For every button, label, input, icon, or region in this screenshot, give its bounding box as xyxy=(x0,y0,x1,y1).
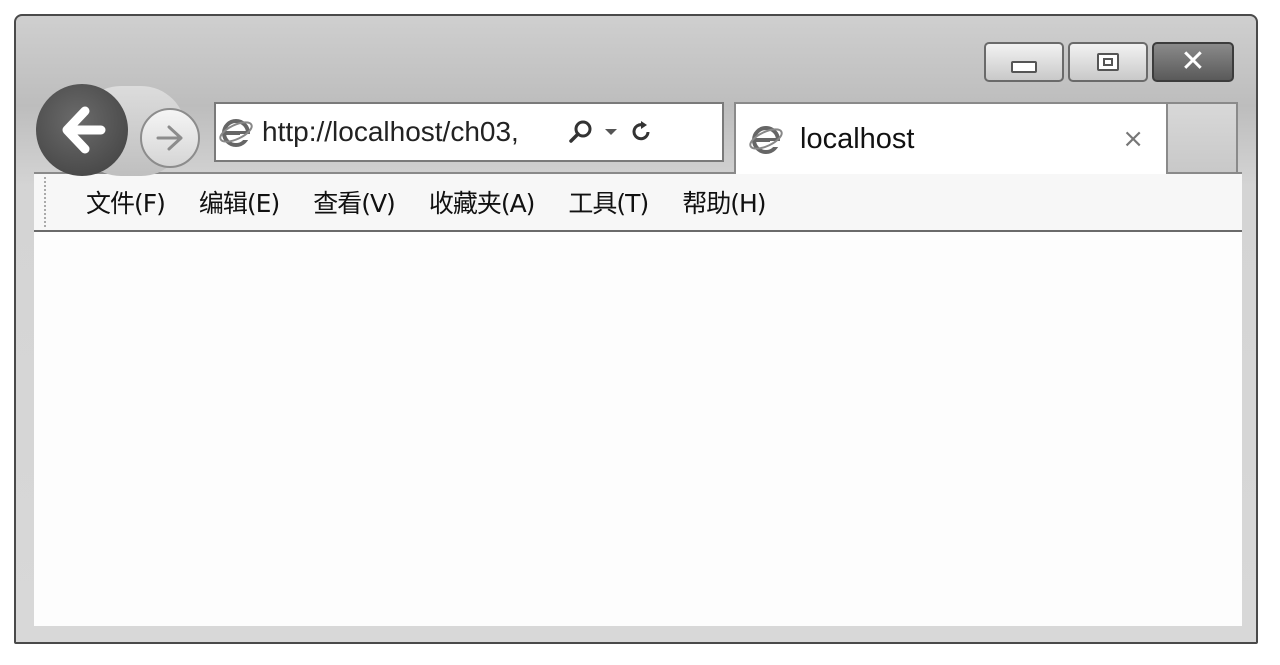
menu-help[interactable]: 帮助(H) xyxy=(682,184,766,220)
back-arrow-icon xyxy=(62,106,106,154)
tab-close-icon[interactable]: × xyxy=(1122,124,1144,154)
window-controls: ✕ xyxy=(984,42,1234,82)
new-tab-button[interactable] xyxy=(1168,102,1238,174)
menu-tools[interactable]: 工具(T) xyxy=(568,184,649,220)
menu-bar: 文件(F) 编辑(E) 查看(V) 收藏夹(A) 工具(T) 帮助(H) xyxy=(34,172,1242,232)
tab-title: localhost xyxy=(800,122,915,155)
minimize-button[interactable] xyxy=(984,42,1064,82)
menu-view[interactable]: 查看(V) xyxy=(313,184,396,220)
close-icon: ✕ xyxy=(1180,44,1206,79)
forward-arrow-icon xyxy=(156,125,183,151)
minimize-icon xyxy=(1011,61,1037,73)
page-content xyxy=(34,232,1242,626)
url-text[interactable]: http://localhost/ch03, xyxy=(262,116,566,148)
browser-window: ✕ http://localhost/ch03, localhost × 文件(… xyxy=(14,14,1258,644)
menu-file[interactable]: 文件(F) xyxy=(86,184,166,220)
maximize-icon xyxy=(1097,53,1119,71)
ie-logo-icon xyxy=(746,119,786,159)
ie-logo-icon xyxy=(216,112,256,152)
forward-button[interactable] xyxy=(140,108,200,168)
menu-grip[interactable] xyxy=(44,177,52,227)
menu-favorites[interactable]: 收藏夹(A) xyxy=(429,184,536,220)
address-bar[interactable]: http://localhost/ch03, xyxy=(214,102,724,162)
back-button[interactable] xyxy=(36,84,128,176)
maximize-button[interactable] xyxy=(1068,42,1148,82)
refresh-icon[interactable] xyxy=(626,112,656,152)
menu-edit[interactable]: 编辑(E) xyxy=(199,184,280,220)
close-window-button[interactable]: ✕ xyxy=(1152,42,1234,82)
tab-localhost[interactable]: localhost × xyxy=(734,102,1168,174)
search-icon[interactable] xyxy=(566,112,596,152)
chevron-down-icon[interactable] xyxy=(596,112,626,152)
